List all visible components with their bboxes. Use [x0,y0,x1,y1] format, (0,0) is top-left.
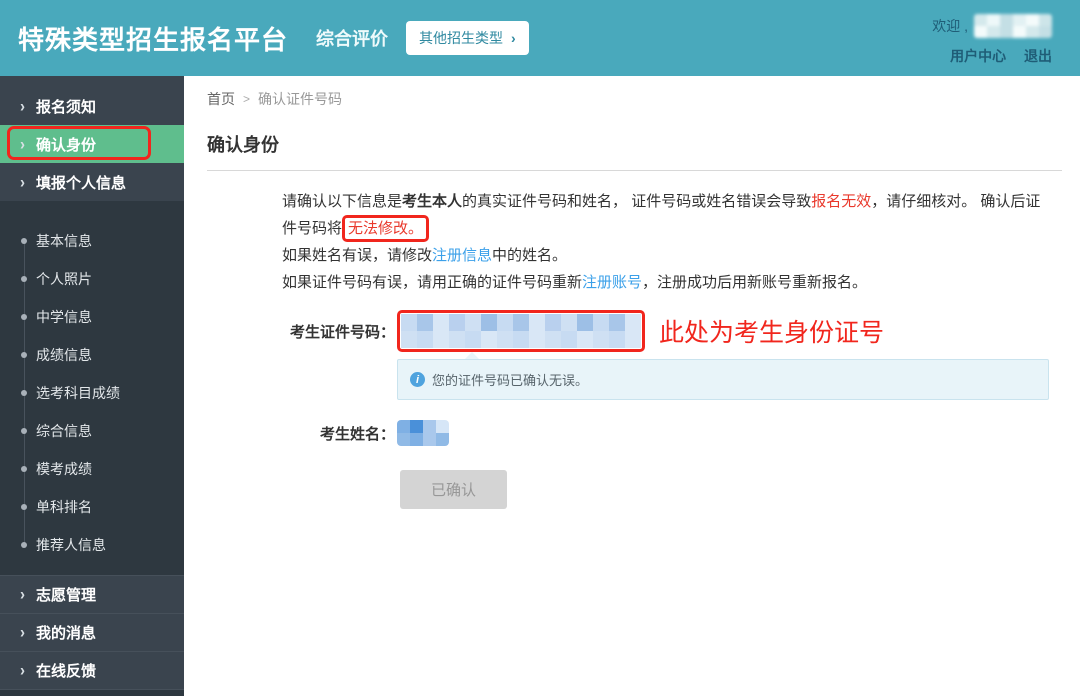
sidebar-subitem-label: 基本信息 [36,233,92,249]
annotation-box-candidate-id [397,310,645,352]
sidebar-subitem-basic-info[interactable]: 基本信息 [0,222,184,260]
sidebar-item-label: 填报个人信息 [36,174,127,192]
info-icon [410,372,425,387]
sidebar-item-label: 志愿管理 [36,587,97,604]
candidate-id-label: 考生证件号码： [289,323,395,341]
registration-info-link[interactable]: 注册信息 [432,247,492,264]
intro-text: ，注册成功后用新账号重新报名。 [642,274,868,291]
logout-link[interactable]: 退出 [1024,48,1052,64]
breadcrumb: 首页 > 确认证件号码 [207,89,1062,109]
chevron-right-icon: › [511,30,516,46]
chevron-right-icon: › [20,134,25,154]
welcome-label: 欢迎 , [932,18,968,34]
sidebar-subitem-label: 模考成绩 [36,461,92,477]
intro-text: 中的姓名。 [492,247,568,264]
app-subtitle: 综合评价 [316,29,389,49]
main-content: 首页 > 确认证件号码 确认身份 请确认以下信息是考生本人的真实证件号码和姓名，… [184,76,1080,696]
app-header: 特殊类型招生报名平台 综合评价 其他招生类型 › 欢迎 , 用户中心 退出 [0,0,1080,76]
sidebar-subitem-comprehensive-info[interactable]: 综合信息 [0,412,184,450]
sidebar-item-label: 在线反馈 [36,663,97,680]
sidebar-subitem-single-subject-ranking[interactable]: 单科排名 [0,488,184,526]
id-confirmed-message: 您的证件号码已确认无误。 [432,373,589,388]
sidebar-subitem-label: 成绩信息 [36,347,92,363]
sidebar-filler [0,690,184,696]
sidebar-subitem-label: 综合信息 [36,423,92,439]
sidebar-subitem-label: 个人照片 [36,271,92,287]
intro-line-1: 请确认以下信息是考生本人的真实证件号码和姓名， 证件号码或姓名错误会导致报名无效… [282,188,1062,215]
sidebar-subitem-label: 单科排名 [36,499,92,515]
sidebar-item-fill-personal-info[interactable]: › 填报个人信息 [0,163,184,201]
tooltip-arrow [465,352,479,359]
page-title: 确认身份 [207,131,1062,171]
breadcrumb-separator-icon: > [243,92,251,106]
annotation-box-cannot-modify: 无法修改。 [342,215,430,242]
intro-text: 件号码将 [282,220,343,237]
sidebar-item-label: 确认身份 [36,136,97,154]
chevron-right-icon: › [20,661,25,680]
intro-line-3: 如果姓名有误，请修改注册信息中的姓名。 [282,242,1062,269]
sidebar-subitem-elective-subject-scores[interactable]: 选考科目成绩 [0,374,184,412]
annotation-text-id-note: 此处为考生身份证号 [659,319,885,347]
sidebar-subitem-mock-exam-scores[interactable]: 模考成绩 [0,450,184,488]
sidebar-subitem-high-school-info[interactable]: 中学信息 [0,298,184,336]
breadcrumb-home-link[interactable]: 首页 [207,89,235,109]
chevron-right-icon: › [20,96,25,116]
app-title: 特殊类型招生报名平台 [18,24,289,55]
candidate-name-redacted [397,420,449,446]
sidebar-subitem-recommender-info[interactable]: 推荐人信息 [0,526,184,564]
sidebar-item-signup-notice[interactable]: › 报名须知 [0,87,184,125]
intro-line-4: 如果证件号码有误，请用正确的证件号码重新注册账号，注册成功后用新账号重新报名。 [282,269,1062,296]
candidate-name-label: 考生姓名： [319,425,395,443]
sidebar-item-label: 报名须知 [36,98,97,116]
other-admission-types-button[interactable]: 其他招生类型 › [406,21,529,55]
sidebar-nav: › 报名须知 › 确认身份 › 填报个人信息 基本信息 个人照片 中学信息 成绩… [0,76,184,696]
sidebar-item-application-management[interactable]: › 志愿管理 [0,576,184,614]
intro-text-red: 报名无效 [811,193,872,210]
intro-line-2: 件号码将 无法修改。 [282,215,1062,242]
chevron-right-icon: › [20,172,25,192]
intro-text: 如果姓名有误，请修改 [282,247,433,264]
user-center-link[interactable]: 用户中心 [950,48,1006,64]
sidebar-item-my-messages[interactable]: › 我的消息 [0,614,184,652]
candidate-name-row: 考生姓名： [282,420,1062,446]
sidebar-subitem-score-info[interactable]: 成绩信息 [0,336,184,374]
sidebar-subitem-label: 选考科目成绩 [36,385,120,401]
other-admission-types-label: 其他招生类型 [419,30,504,46]
chevron-right-icon: › [20,623,25,642]
sidebar-item-label: 我的消息 [36,625,97,642]
username-redacted [974,14,1052,38]
breadcrumb-current: 确认证件号码 [258,91,343,107]
intro-text: ，请仔细核对。 确认后证 [871,193,1041,210]
intro-text: 的真实证件号码和姓名， 证件号码或姓名错误会导致 [462,193,812,210]
sidebar-item-confirm-identity[interactable]: › 确认身份 [0,125,184,163]
sidebar-subitem-label: 中学信息 [36,309,92,325]
sidebar-item-online-feedback[interactable]: › 在线反馈 [0,652,184,690]
chevron-right-icon: › [20,585,25,604]
header-user-area: 欢迎 , 用户中心 退出 [932,12,1052,66]
intro-text: 请确认以下信息是 [282,193,403,210]
sidebar-subitem-personal-photo[interactable]: 个人照片 [0,260,184,298]
intro-text-bold: 考生本人 [402,193,463,210]
confirmed-button[interactable]: 已确认 [400,470,508,509]
sidebar-subitem-label: 推荐人信息 [36,537,106,553]
intro-text: 如果证件号码有误，请用正确的证件号码重新 [282,274,583,291]
id-confirmed-tooltip: 您的证件号码已确认无误。 [397,352,1049,400]
candidate-id-redacted [401,314,641,348]
candidate-id-row: 考生证件号码： 此处为考生身份证号 [282,310,1062,352]
register-account-link[interactable]: 注册账号 [582,274,642,291]
